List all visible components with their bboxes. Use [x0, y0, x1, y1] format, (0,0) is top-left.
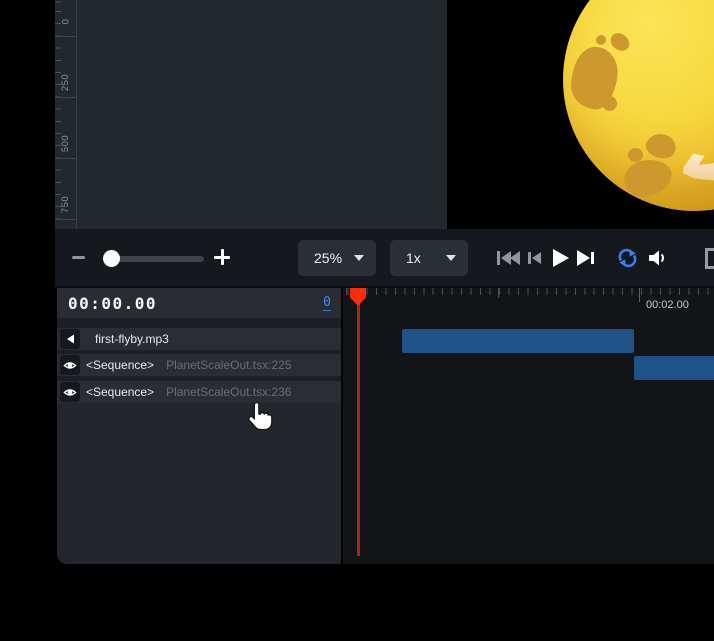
- play-icon: [550, 247, 570, 269]
- timeline-major-tick: [639, 288, 640, 302]
- ruler-major-tick: [55, 36, 77, 37]
- zoom-level-select[interactable]: 25%: [298, 240, 376, 276]
- zoom-out-button[interactable]: [72, 256, 85, 259]
- speaker-icon: [64, 333, 76, 345]
- sequence-bar-audio[interactable]: [402, 329, 634, 353]
- track-ref: PlanetScaleOut.tsx:236: [166, 385, 291, 399]
- zoom-slider-knob[interactable]: [103, 250, 120, 267]
- next-frame-icon: [575, 247, 595, 269]
- planet-crater: [643, 130, 679, 162]
- play-button[interactable]: [550, 247, 570, 269]
- playhead-handle[interactable]: [350, 288, 366, 306]
- timeline-header: 00:00.00 0: [57, 288, 341, 318]
- fullscreen-icon[interactable]: [705, 248, 714, 269]
- timeline-ruler-ticks[interactable]: [343, 288, 714, 295]
- current-frame-link[interactable]: 0: [323, 295, 331, 311]
- visibility-toggle-button[interactable]: [60, 382, 80, 402]
- chevron-down-icon: [446, 255, 456, 261]
- planet-crater: [621, 155, 675, 200]
- volume-button[interactable]: [647, 247, 669, 269]
- ruler-border: [76, 0, 77, 229]
- eye-icon: [63, 360, 77, 371]
- playback-rate-value: 1x: [406, 250, 421, 266]
- planet-crater: [607, 30, 633, 55]
- track-row-audio[interactable]: first-flyby.mp3: [57, 328, 341, 350]
- chevron-down-icon: [354, 255, 364, 261]
- track-label: <Sequence>: [86, 385, 154, 399]
- planet-crater: [602, 96, 617, 111]
- timeline-track-area[interactable]: 00:02.00: [343, 288, 714, 564]
- zoom-level-value: 25%: [314, 250, 342, 266]
- hand-cursor: [244, 400, 276, 439]
- loop-icon: [616, 247, 639, 269]
- sequence-bar-1[interactable]: [634, 356, 714, 380]
- track-ref: PlanetScaleOut.tsx:225: [166, 358, 291, 372]
- volume-icon: [647, 247, 669, 269]
- eye-icon: [63, 387, 77, 398]
- skip-to-start-button[interactable]: [496, 247, 521, 269]
- zoom-in-button[interactable]: [213, 248, 231, 266]
- current-time-display: 00:00.00: [68, 294, 157, 313]
- track-label: first-flyby.mp3: [95, 332, 169, 346]
- planet-highlight-shape: [683, 153, 714, 182]
- timeline-second-tick: [498, 288, 499, 298]
- ruler-label: 0: [55, 7, 77, 35]
- skip-to-start-icon: [496, 247, 521, 269]
- row-gap: [57, 318, 341, 328]
- ruler-major-tick: [55, 97, 77, 98]
- playback-rate-select[interactable]: 1x: [390, 240, 468, 276]
- next-frame-button[interactable]: [575, 247, 595, 269]
- preview-panel: 0 250 500 750: [55, 0, 714, 229]
- track-header-panel: 00:00.00 0 first-flyby.mp3 <Sequence>: [57, 288, 341, 564]
- track-row-sequence-2[interactable]: <Sequence> PlanetScaleOut.tsx:236: [57, 381, 341, 403]
- vertical-ruler: 0 250 500 750: [55, 0, 77, 229]
- planet-crater: [628, 148, 643, 162]
- previous-frame-icon: [525, 247, 542, 269]
- ruler-label: 750: [55, 190, 77, 218]
- timeline-panel: 00:00.00 0 first-flyby.mp3 <Sequence>: [55, 288, 714, 564]
- visibility-toggle-button[interactable]: [60, 355, 80, 375]
- playhead-line[interactable]: [357, 296, 360, 556]
- track-row-sequence-1[interactable]: <Sequence> PlanetScaleOut.tsx:225: [57, 354, 341, 376]
- planet-graphic: [563, 0, 714, 211]
- toolbar: 25% 1x: [55, 229, 714, 288]
- ruler-major-tick: [55, 219, 77, 220]
- ruler-label: 250: [55, 68, 77, 96]
- ruler-label: 500: [55, 129, 77, 157]
- planet-crater: [596, 35, 606, 45]
- ruler-major-tick: [55, 158, 77, 159]
- previous-frame-button[interactable]: [525, 247, 542, 269]
- track-label: <Sequence>: [86, 358, 154, 372]
- loop-button[interactable]: [616, 247, 639, 269]
- mute-toggle-button[interactable]: [60, 329, 80, 349]
- video-canvas: [447, 0, 714, 229]
- timeline-time-label: 00:02.00: [646, 299, 698, 311]
